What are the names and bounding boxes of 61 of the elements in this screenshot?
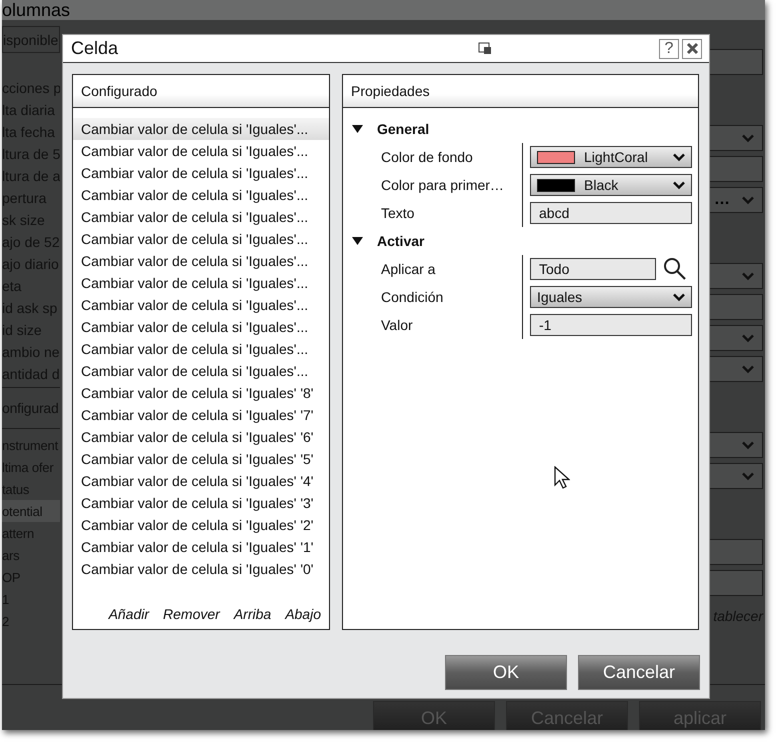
property-label: Valor <box>343 311 523 339</box>
rule-item[interactable]: Cambiar valor de celula si 'Iguales' '8' <box>73 382 329 404</box>
rule-item[interactable]: Cambiar valor de celula si 'Iguales'... <box>73 228 329 250</box>
property-label: Color de fondo <box>343 143 523 171</box>
chevron-down-icon <box>742 334 754 342</box>
rule-item[interactable]: Cambiar valor de celula si 'Iguales'... <box>73 184 329 206</box>
color-dropdown[interactable]: LightCoral <box>530 146 692 168</box>
rule-item[interactable]: Cambiar valor de celula si 'Iguales' '0' <box>73 558 329 580</box>
rule-item[interactable]: Cambiar valor de celula si 'Iguales' '7' <box>73 404 329 426</box>
rule-item[interactable]: Cambiar valor de celula si 'Iguales' '2' <box>73 514 329 536</box>
rule-item[interactable]: Cambiar valor de celula si 'Iguales'... <box>73 272 329 294</box>
dialog-button[interactable]: Cancelar <box>578 655 700 690</box>
close-button[interactable] <box>682 38 702 58</box>
dialog-button[interactable]: OK <box>445 655 567 690</box>
search-icon[interactable] <box>663 257 687 281</box>
cursor-icon <box>554 466 570 490</box>
rule-item[interactable]: Cambiar valor de celula si 'Iguales'... <box>73 206 329 228</box>
rule-item[interactable]: Cambiar valor de celula si 'Iguales' '5' <box>73 448 329 470</box>
property-label: Color para primer… <box>343 171 523 199</box>
rule-item[interactable]: Cambiar valor de celula si 'Iguales' '4' <box>73 470 329 492</box>
property-label: Texto <box>343 199 523 227</box>
chevron-down-icon <box>673 292 685 302</box>
chevron-down-icon <box>742 364 754 374</box>
color-dropdown[interactable]: Black <box>530 174 692 196</box>
window-title: olumnas <box>2 0 70 20</box>
input-field[interactable]: abcd <box>530 202 692 224</box>
chevron-down-icon <box>742 272 754 280</box>
rule-item[interactable]: Cambiar valor de celula si 'Iguales'... <box>73 316 329 338</box>
action-link[interactable]: Arriba <box>234 606 272 622</box>
chevron-down-icon <box>742 440 754 450</box>
condition-dropdown[interactable]: Iguales <box>530 286 692 308</box>
action-link[interactable]: Añadir <box>108 606 150 622</box>
section-title: Activar <box>377 233 424 249</box>
input-field[interactable]: Todo <box>530 258 656 280</box>
chevron-down-icon <box>742 134 754 142</box>
input-field[interactable]: -1 <box>530 314 692 336</box>
rule-item[interactable]: Cambiar valor de celula si 'Iguales'... <box>73 360 329 382</box>
dialog-title: Celda <box>71 38 120 59</box>
chevron-down-icon <box>742 196 754 204</box>
rule-item[interactable]: Cambiar valor de celula si 'Iguales'... <box>73 338 329 360</box>
property-label: Condición <box>343 283 523 311</box>
chevron-down-icon <box>742 472 754 480</box>
window-icon[interactable] <box>478 42 492 55</box>
rule-item[interactable]: Cambiar valor de celula si 'Iguales' '1' <box>73 536 329 558</box>
expanded-icon[interactable] <box>352 125 363 133</box>
rule-item[interactable]: Cambiar valor de celula si 'Iguales'... <box>73 250 329 272</box>
rule-item[interactable]: Cambiar valor de celula si 'Iguales'... <box>73 140 329 162</box>
section-title: General <box>377 121 430 137</box>
help-button[interactable]: ? <box>659 38 679 58</box>
expanded-icon[interactable] <box>352 237 363 245</box>
rule-item[interactable]: Cambiar valor de celula si 'Iguales' '6' <box>73 426 329 448</box>
rule-item[interactable]: Cambiar valor de celula si 'Iguales' '3' <box>73 492 329 514</box>
chevron-down-icon <box>673 180 685 190</box>
close-icon <box>686 42 698 55</box>
action-link[interactable]: Remover <box>163 606 220 622</box>
rule-item[interactable]: Cambiar valor de celula si 'Iguales'... <box>73 294 329 316</box>
action-link[interactable]: Abajo <box>285 606 321 622</box>
rule-item[interactable]: Cambiar valor de celula si 'Iguales'... <box>73 162 329 184</box>
chevron-down-icon <box>673 152 685 162</box>
rule-item[interactable]: Cambiar valor de celula si 'Iguales'... <box>73 118 329 140</box>
property-label: Aplicar a <box>343 255 523 283</box>
